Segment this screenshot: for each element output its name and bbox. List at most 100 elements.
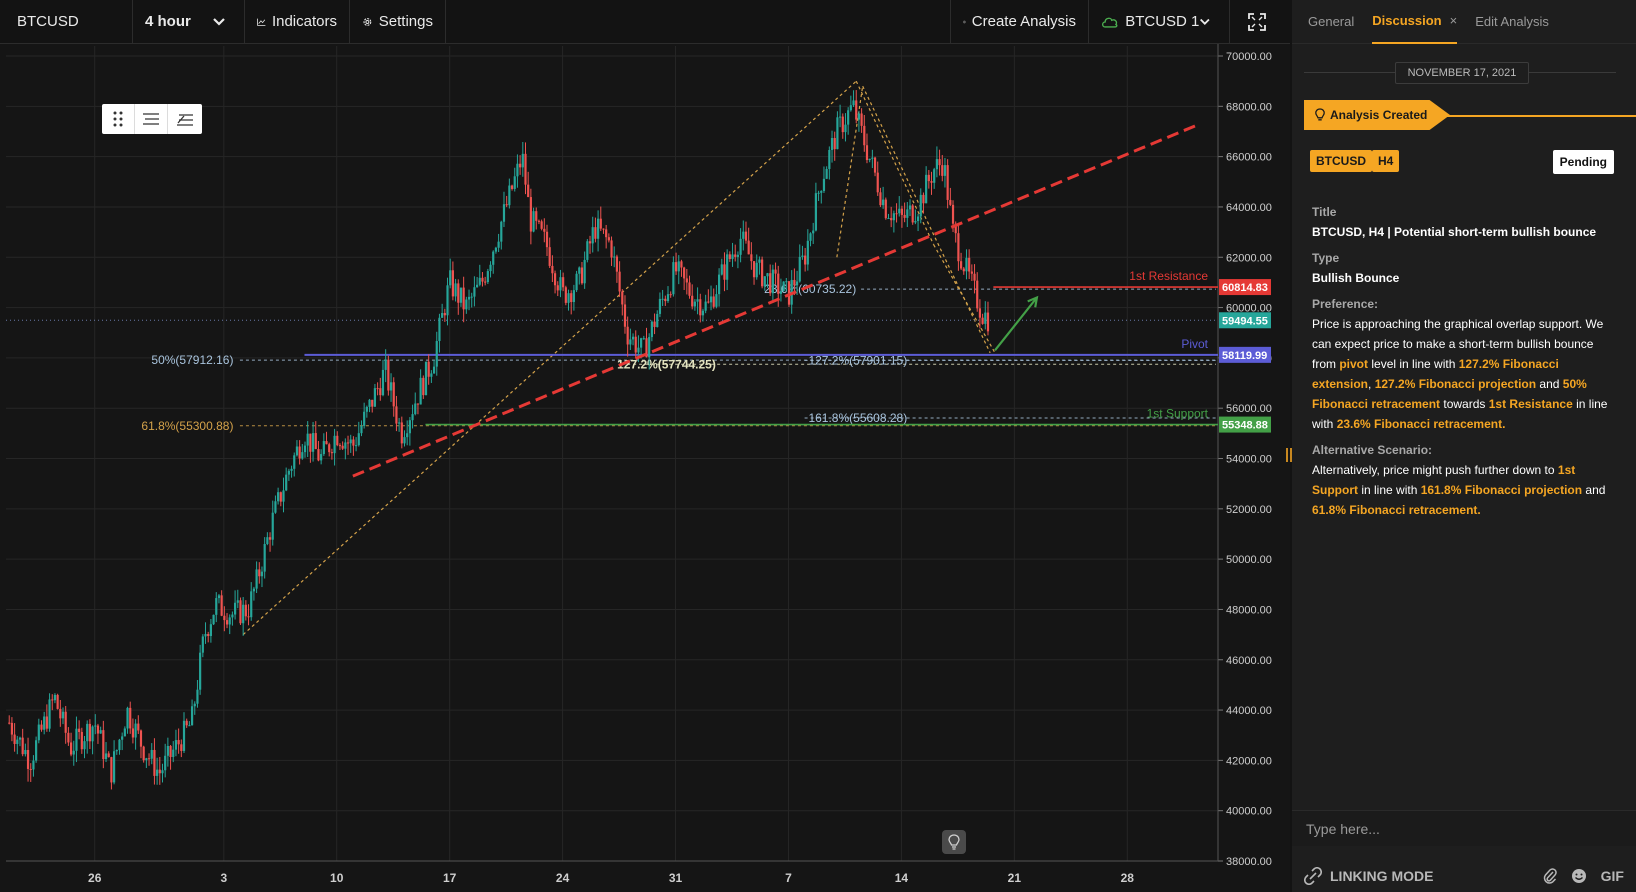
tab-general[interactable]: General: [1308, 0, 1354, 44]
candle-body: [785, 281, 788, 283]
candle-body: [443, 313, 446, 316]
candle-body: [196, 689, 199, 704]
candle-body: [470, 296, 473, 298]
candle-body: [674, 262, 678, 272]
candle-body: [642, 338, 645, 340]
candle-body: [605, 229, 608, 238]
highlight-text: pivot: [1339, 357, 1369, 371]
tab-general-label: General: [1308, 14, 1355, 29]
create-analysis-label: Create Analysis: [971, 13, 1076, 30]
candle-body: [755, 262, 758, 278]
candle-body: [933, 169, 936, 183]
candle-body: [427, 361, 430, 377]
candle-body: [467, 296, 471, 300]
symbol-label: BTCUSD: [17, 13, 79, 30]
candle-body: [742, 231, 745, 239]
candle-body: [217, 595, 221, 599]
watch-label: BTCUSD 1: [1125, 13, 1200, 30]
candle-body: [252, 588, 256, 592]
candle-body: [830, 137, 834, 151]
candle-body: [357, 433, 360, 446]
candle-body: [115, 750, 118, 752]
candle-body: [462, 287, 465, 310]
candle-body: [548, 247, 551, 266]
candle-body: [295, 446, 299, 456]
level-price-label: 60814.83: [1222, 282, 1268, 294]
price-tick-label: 64000.00: [1226, 202, 1272, 214]
link-icon: [1304, 867, 1322, 885]
candle-body: [925, 174, 928, 204]
emoji-icon[interactable]: [1571, 868, 1587, 884]
highlight-text: 161.8% Fibonacci projection: [1420, 483, 1583, 497]
panel-collapse-handle[interactable]: [1286, 448, 1292, 462]
candle-body: [766, 273, 769, 277]
candle-body: [976, 280, 979, 309]
title-label: Title: [1312, 205, 1337, 219]
indicators-button[interactable]: Indicators: [245, 0, 350, 43]
candle-body: [381, 369, 385, 396]
candle-body: [855, 100, 858, 120]
fullscreen-icon: [1248, 12, 1266, 31]
candle-body: [177, 740, 180, 745]
candle-body: [750, 254, 753, 262]
message-input[interactable]: [1292, 811, 1636, 847]
candle-body: [723, 264, 726, 280]
status-badge: Pending: [1552, 150, 1614, 174]
settings-button[interactable]: Settings: [350, 0, 446, 43]
candle-body: [908, 205, 912, 210]
tab-discussion[interactable]: Discussion ×: [1372, 0, 1458, 44]
candle-body: [414, 403, 417, 415]
candle-body: [258, 569, 261, 577]
candle-body: [139, 730, 143, 747]
candle-body: [930, 181, 933, 183]
created-divider: [1442, 115, 1636, 117]
drag-handle[interactable]: [102, 104, 135, 134]
watchlist-dropdown[interactable]: BTCUSD 1: [1089, 0, 1230, 43]
price-chart[interactable]: 70000.00 68000.00 66000.00 64000.00 62000.00…: [0, 44, 1290, 892]
interval-dropdown[interactable]: 4 hour: [133, 0, 245, 43]
candle-body: [599, 218, 602, 229]
candle-body: [648, 337, 651, 358]
candle-body: [838, 116, 842, 118]
candle-body: [728, 254, 731, 259]
candle-body: [782, 281, 785, 292]
fib-extension-tool[interactable]: [168, 104, 201, 134]
price-tick-label: 42000.00: [1226, 755, 1272, 767]
candle-body: [158, 769, 161, 774]
candle-body: [430, 373, 433, 377]
symbol-selector[interactable]: BTCUSD: [0, 0, 133, 43]
candle-body: [10, 722, 14, 735]
close-icon[interactable]: ×: [1450, 13, 1458, 28]
candle-body: [968, 257, 971, 272]
linking-mode-toggle[interactable]: LINKING MODE: [1304, 867, 1433, 885]
candle-body: [986, 312, 990, 332]
gif-button[interactable]: GIF: [1601, 868, 1624, 884]
date-badge: NOVEMBER 17, 2021: [1395, 62, 1529, 84]
paperclip-icon[interactable]: [1543, 867, 1557, 885]
candle-body: [691, 295, 694, 307]
chart-area[interactable]: BTCUSD 4 hour Indicators Settings Create…: [0, 0, 1292, 892]
candle-body: [78, 728, 81, 733]
candle-body: [556, 285, 559, 291]
fullscreen-button[interactable]: [1230, 0, 1290, 43]
candle-body: [489, 264, 492, 272]
create-analysis-button[interactable]: Create Analysis: [951, 0, 1089, 43]
candle-body: [497, 241, 500, 248]
candle-body: [572, 290, 575, 303]
tab-edit-analysis[interactable]: Edit Analysis: [1475, 0, 1549, 44]
price-tick-label: 48000.00: [1226, 604, 1272, 616]
time-tick-label: 28: [1121, 871, 1135, 885]
candle-body: [863, 125, 866, 146]
candle-body: [943, 165, 947, 176]
idea-button[interactable]: [942, 830, 966, 854]
candle-body: [591, 227, 594, 244]
candle-body: [29, 768, 32, 770]
fib-retracement-tool[interactable]: [135, 104, 168, 134]
time-tick-label: 21: [1008, 871, 1022, 885]
candle-body: [225, 620, 229, 625]
linking-mode-label: LINKING MODE: [1330, 868, 1434, 884]
candle-body: [621, 291, 624, 305]
candle-body: [43, 716, 46, 730]
price-tick-label: 40000.00: [1226, 806, 1272, 818]
candle-body: [121, 736, 124, 740]
